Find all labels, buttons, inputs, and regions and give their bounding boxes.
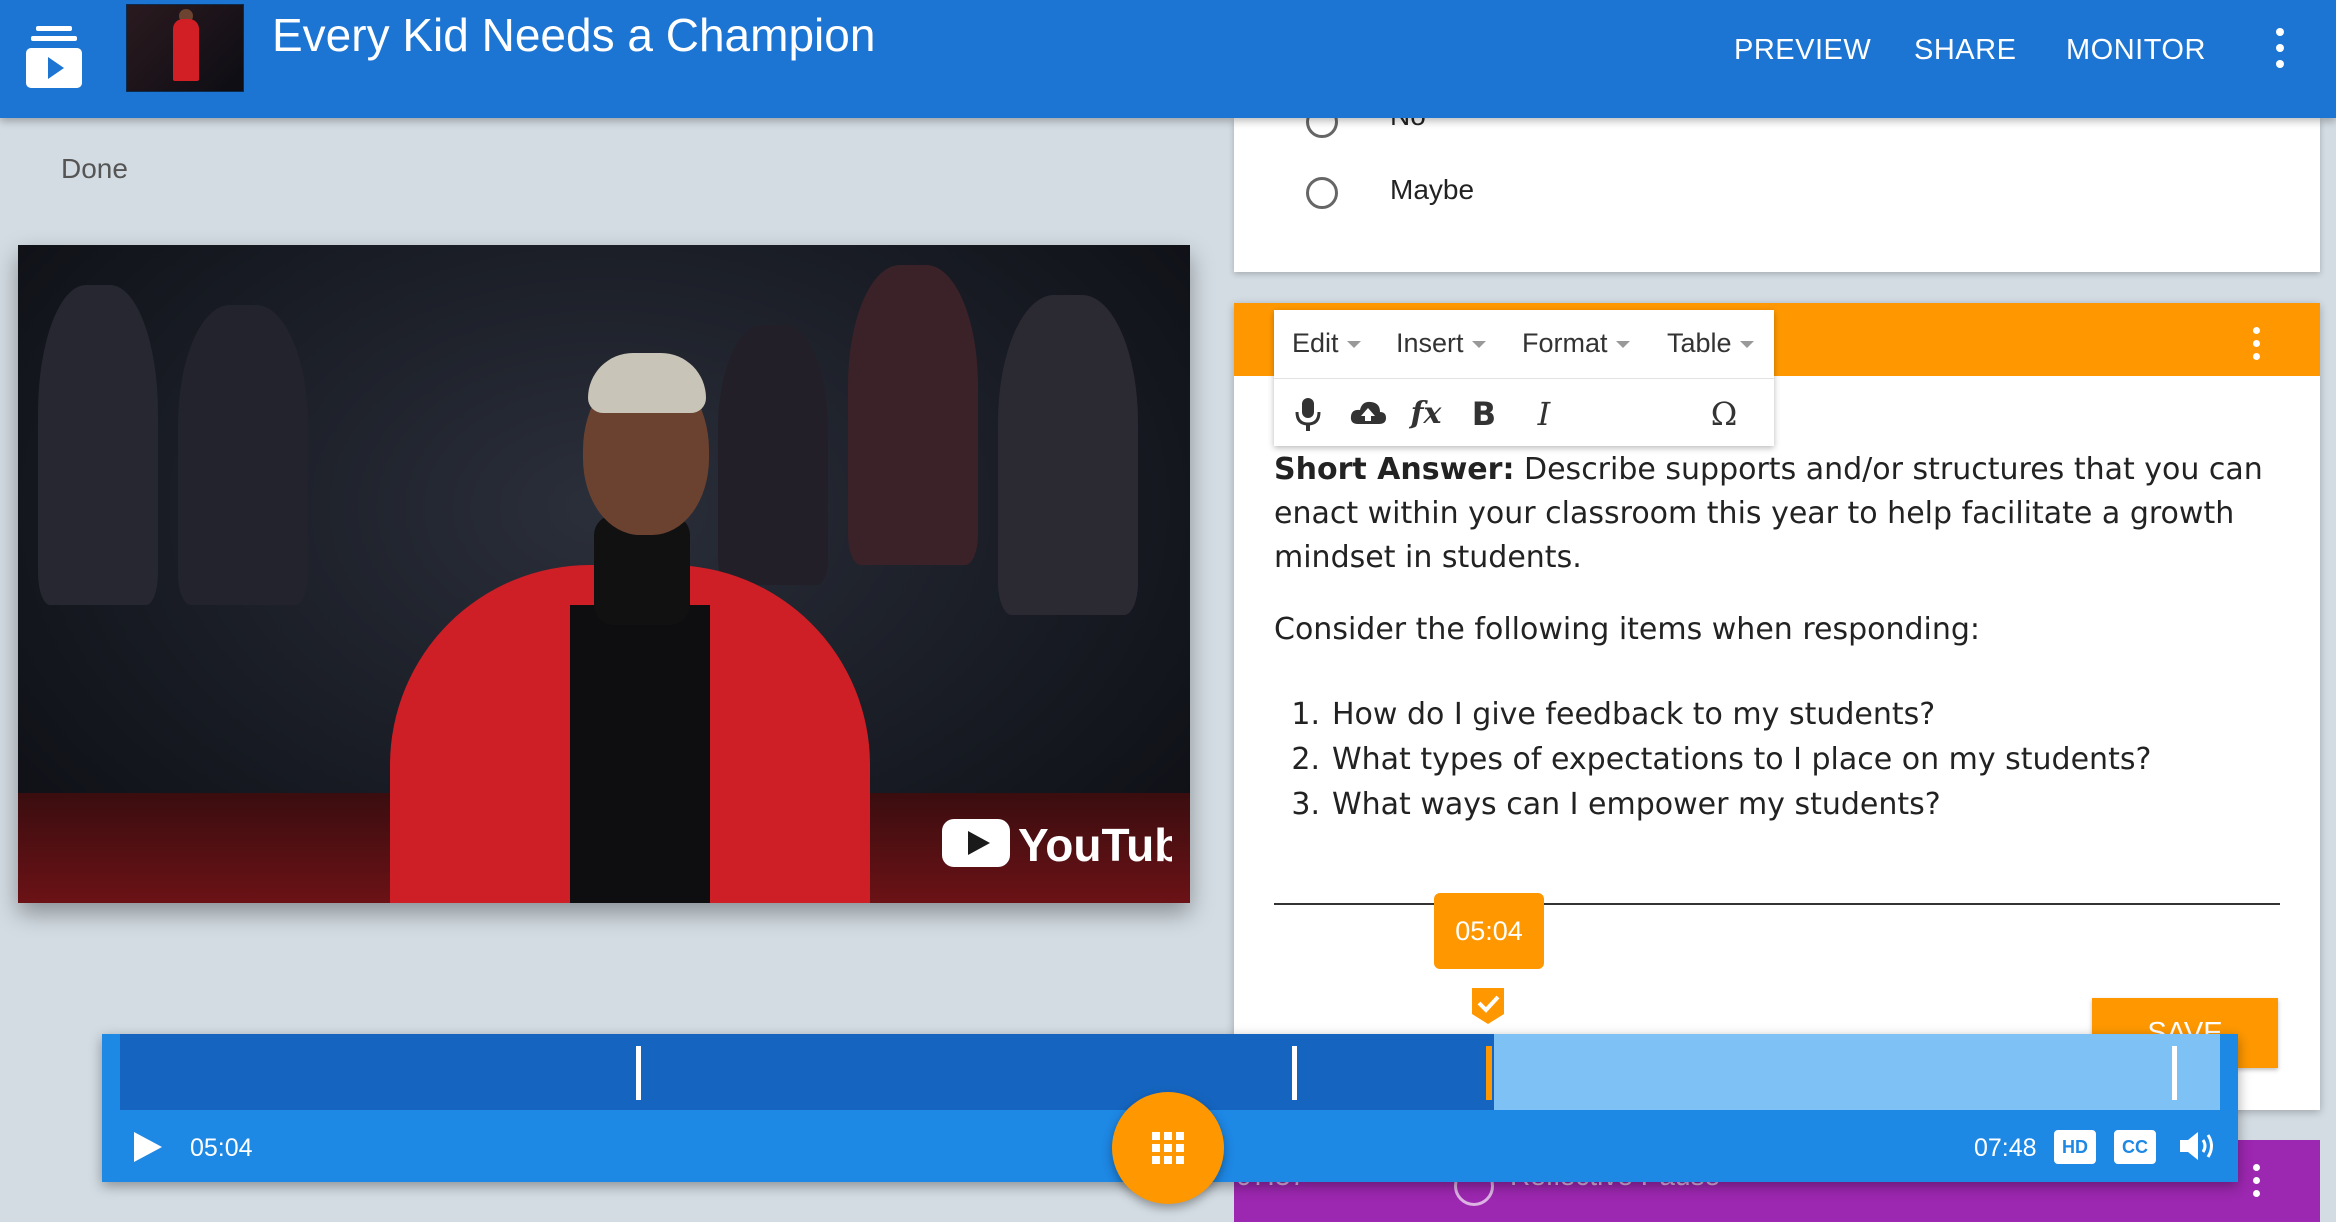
special-character-icon[interactable]: Ω <box>1704 394 1744 434</box>
timeline-tick[interactable] <box>2172 1046 2177 1100</box>
answer-input[interactable] <box>1274 903 2280 905</box>
cc-button[interactable]: CC <box>2114 1130 2156 1164</box>
app-logo-icon[interactable] <box>26 24 82 88</box>
previous-question-card: No Maybe <box>1234 106 2320 272</box>
youtube-logo-icon[interactable]: YouTube <box>942 813 1172 873</box>
bold-icon[interactable]: B <box>1464 394 1504 434</box>
grid-menu-button[interactable] <box>1112 1092 1224 1204</box>
editor-toolbar: Edit Insert Format Table fx B I Ω <box>1274 310 1774 446</box>
radio-maybe[interactable] <box>1306 177 1338 209</box>
current-time: 05:04 <box>190 1134 253 1162</box>
youtube-wordmark: YouTube <box>1018 819 1172 871</box>
question-list: 1. How do I give feedback to my students?… <box>1276 692 2151 827</box>
function-icon[interactable]: fx <box>1406 394 1446 434</box>
timeline-played[interactable] <box>120 1034 1494 1110</box>
timeline-remaining[interactable] <box>1494 1034 2220 1110</box>
timeline-tick[interactable] <box>1292 1046 1297 1100</box>
italic-icon[interactable]: I <box>1524 394 1564 434</box>
checkmark-marker-icon[interactable] <box>1470 986 1506 1026</box>
question-consider: Consider the following items when respon… <box>1274 612 1981 647</box>
preview-button[interactable]: PREVIEW <box>1734 34 1871 67</box>
menu-insert[interactable]: Insert <box>1396 328 1486 359</box>
video-thumbnail <box>126 4 244 92</box>
more-vert-icon[interactable] <box>2268 28 2292 88</box>
card-more-icon[interactable] <box>2244 327 2268 366</box>
hd-button[interactable]: HD <box>2054 1130 2096 1164</box>
timeline-current-tick[interactable] <box>1486 1046 1492 1100</box>
marker-time-tooltip: 05:04 <box>1434 893 1544 969</box>
list-item: 3. What ways can I empower my students? <box>1291 787 1941 822</box>
microphone-icon[interactable] <box>1288 394 1328 434</box>
editor-menubar: Edit Insert Format Table <box>1274 310 1774 379</box>
monitor-button[interactable]: MONITOR <box>2066 34 2206 67</box>
top-app-bar: Every Kid Needs a Champion PREVIEW SHARE… <box>0 0 2336 118</box>
radio-label-maybe: Maybe <box>1390 174 1475 205</box>
volume-icon[interactable] <box>2178 1128 2218 1164</box>
next-card-more-icon[interactable] <box>2244 1164 2268 1203</box>
page-title: Every Kid Needs a Champion <box>272 9 876 61</box>
menu-format[interactable]: Format <box>1522 328 1630 359</box>
list-item: 1. How do I give feedback to my students? <box>1291 697 1936 732</box>
done-button[interactable]: Done <box>61 153 128 185</box>
cloud-upload-icon[interactable] <box>1348 394 1388 434</box>
question-text: Short Answer: Describe supports and/or s… <box>1274 448 2284 580</box>
question-type-label: Short Answer: <box>1274 452 1515 487</box>
video-player[interactable]: YouTube <box>18 245 1190 903</box>
share-button[interactable]: SHARE <box>1914 34 2016 67</box>
menu-table[interactable]: Table <box>1667 328 1754 359</box>
list-item: 2. What types of expectations to I place … <box>1291 742 2152 777</box>
timeline-tick[interactable] <box>636 1046 641 1100</box>
play-icon[interactable] <box>134 1132 162 1162</box>
apps-grid-icon <box>1152 1132 1184 1164</box>
duration: 07:48 <box>1974 1134 2037 1162</box>
menu-edit[interactable]: Edit <box>1292 328 1361 359</box>
